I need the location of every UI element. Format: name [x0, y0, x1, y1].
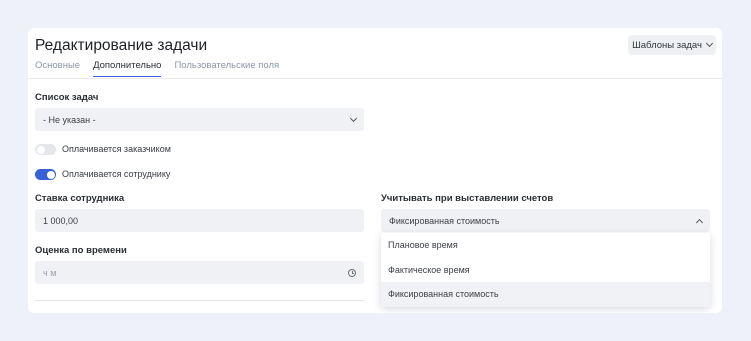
- task-list-value: - Не указан -: [43, 114, 96, 125]
- billing-option-planned[interactable]: Плановое время: [381, 233, 710, 258]
- task-list-label: Список задач: [35, 92, 99, 103]
- tabs: Основные Дополнительно Пользовательские …: [35, 60, 292, 77]
- time-estimate-label: Оценка по времени: [35, 245, 127, 256]
- page-title: Редактирование задачи: [35, 37, 208, 54]
- task-list-select[interactable]: - Не указан -: [35, 108, 364, 131]
- billing-dropdown: Плановое время Фактическое время Фиксиро…: [381, 233, 710, 307]
- employee-rate-input[interactable]: 1 000,00: [35, 209, 364, 232]
- paid-to-employee-label: Оплачивается сотруднику: [62, 169, 171, 179]
- section-divider: [35, 300, 364, 301]
- clock-icon[interactable]: [348, 268, 356, 277]
- tab-additional[interactable]: Дополнительно: [93, 60, 162, 77]
- templates-button-label: Шаблоны задач: [632, 39, 702, 51]
- billing-select[interactable]: Фиксированная стоимость: [381, 209, 710, 232]
- paid-by-client-label: Оплачивается заказчиком: [62, 144, 171, 154]
- chevron-up-icon: [695, 218, 704, 226]
- chevron-down-icon: [705, 39, 713, 48]
- tabs-divider: [28, 78, 722, 79]
- billing-option-actual[interactable]: Фактическое время: [381, 258, 710, 283]
- task-edit-card: Редактирование задачи Шаблоны задач Осно…: [28, 28, 722, 313]
- billing-value: Фиксированная стоимость: [389, 215, 500, 226]
- time-estimate-input[interactable]: ч м: [35, 261, 364, 284]
- time-estimate-placeholder: ч м: [43, 267, 57, 278]
- employee-rate-label: Ставка сотрудника: [35, 193, 125, 204]
- templates-button[interactable]: Шаблоны задач: [628, 35, 716, 55]
- billing-option-fixed[interactable]: Фиксированная стоимость: [381, 282, 710, 307]
- paid-by-client-toggle[interactable]: [35, 144, 56, 155]
- chevron-down-icon: [349, 114, 358, 122]
- billing-label: Учитывать при выставлении счетов: [381, 193, 554, 204]
- tab-basic[interactable]: Основные: [35, 60, 80, 77]
- employee-rate-value: 1 000,00: [43, 215, 79, 226]
- tab-custom-fields[interactable]: Пользовательские поля: [174, 60, 279, 77]
- paid-to-employee-toggle[interactable]: [35, 169, 56, 180]
